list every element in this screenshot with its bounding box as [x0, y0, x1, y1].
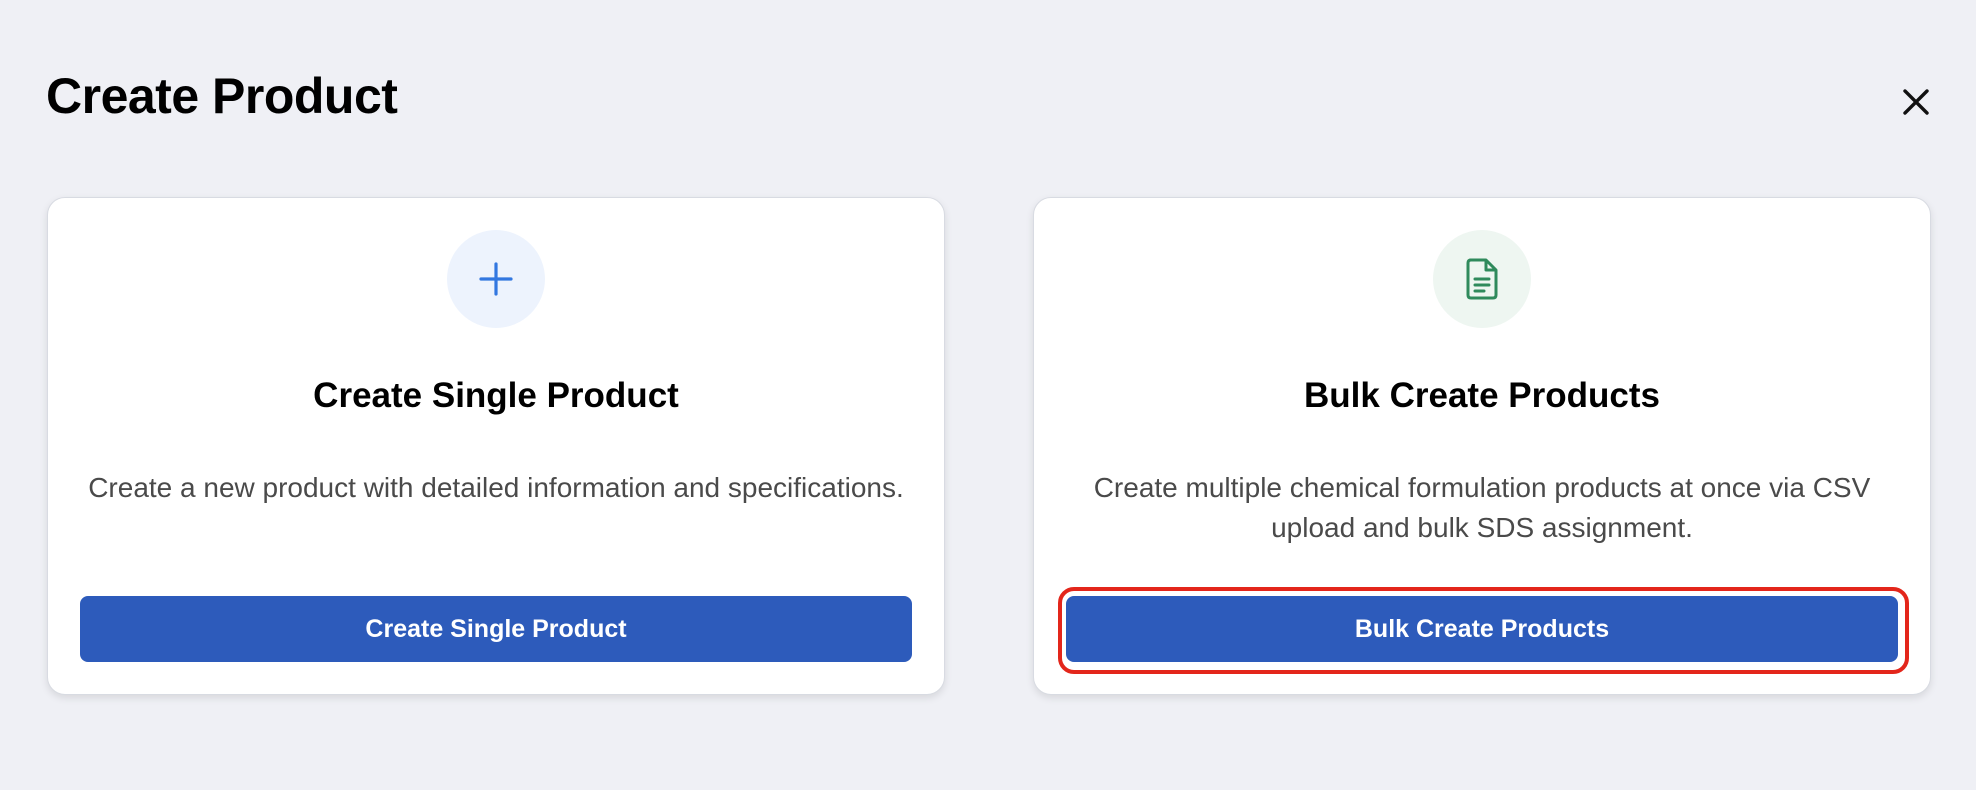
create-product-dialog: Create Product Create Single Product Cre… — [0, 0, 1976, 790]
document-icon — [1466, 258, 1498, 300]
bulk-create-title: Bulk Create Products — [1304, 376, 1660, 415]
single-product-description: Create a new product with detailed infor… — [88, 472, 904, 503]
single-product-title: Create Single Product — [313, 376, 679, 415]
bulk-create-products-button[interactable]: Bulk Create Products — [1066, 596, 1898, 662]
create-single-product-button[interactable]: Create Single Product — [80, 596, 912, 662]
bulk-create-description: Create multiple chemical formulation pro… — [1093, 472, 1871, 543]
single-product-icon-badge — [447, 230, 545, 328]
plus-icon — [479, 262, 513, 296]
bulk-create-icon-badge — [1433, 230, 1531, 328]
bulk-create-card: Bulk Create Products Create multiple che… — [1033, 197, 1931, 695]
single-product-card: Create Single Product Create a new produ… — [47, 197, 945, 695]
dialog-title: Create Product — [46, 68, 398, 124]
close-button[interactable] — [1894, 80, 1938, 124]
close-icon — [1903, 89, 1929, 115]
